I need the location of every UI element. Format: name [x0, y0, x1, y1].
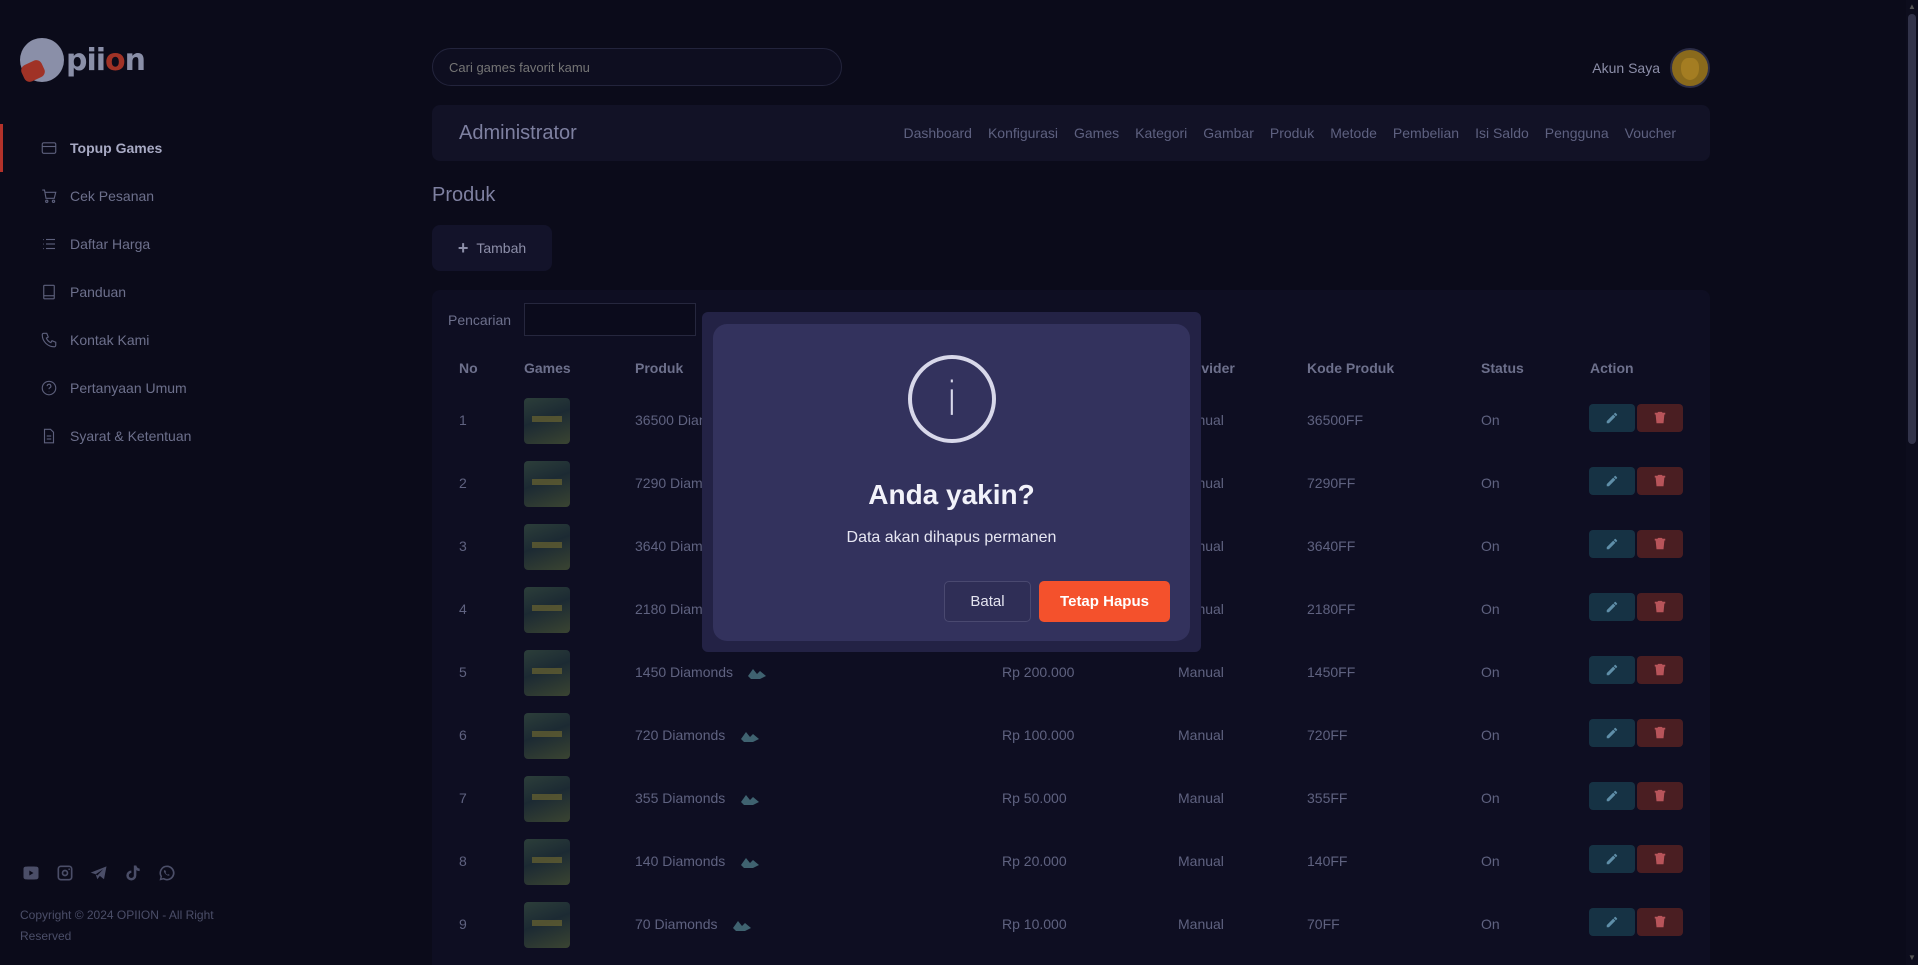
confirm-dialog: i Anda yakin? Data akan dihapus permanen…: [713, 324, 1190, 641]
dialog-title: Anda yakin?: [868, 479, 1035, 510]
confirm-delete-button[interactable]: Tetap Hapus: [1039, 581, 1170, 622]
dialog-message: Data akan dihapus permanen: [846, 529, 1057, 546]
info-icon: i: [908, 355, 996, 443]
cancel-button[interactable]: Batal: [944, 581, 1031, 622]
